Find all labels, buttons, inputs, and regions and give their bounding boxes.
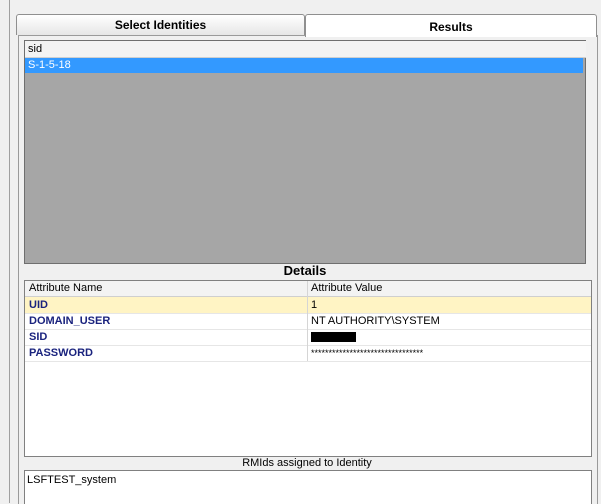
left-pane-edge [0,0,10,503]
rmids-list[interactable]: LSFTEST_system [24,470,592,504]
results-list[interactable]: sid S-1-5-18 [24,40,586,264]
list-item-selected[interactable]: S-1-5-18 [25,58,583,73]
table-row[interactable]: UID 1 [25,297,591,314]
tab-results[interactable]: Results [305,14,597,37]
details-title: Details [283,263,327,278]
rmids-title: RMIds assigned to Identity [242,457,372,469]
column-header-attribute-value[interactable]: Attribute Value [311,281,382,296]
grid-header: Attribute Name Attribute Value [25,281,591,297]
attribute-name: SID [29,331,48,343]
redaction-bar [311,332,356,342]
attribute-name: DOMAIN_USER [29,315,111,327]
table-row[interactable]: DOMAIN_USER NT AUTHORITY\SYSTEM [25,313,591,330]
table-row[interactable]: PASSWORD *******************************… [25,345,591,362]
list-header-sid[interactable]: sid [25,41,586,58]
attribute-value: 1 [311,299,318,311]
tab-select-identities[interactable]: Select Identities [16,14,305,35]
attribute-value: ******************************** [311,348,424,358]
list-item[interactable]: LSFTEST_system [27,473,116,487]
column-divider[interactable] [307,281,308,361]
details-grid[interactable]: Attribute Name Attribute Value UID 1 DOM… [24,280,592,457]
attribute-name: PASSWORD [29,347,93,359]
column-header-attribute-name[interactable]: Attribute Name [29,281,102,296]
table-row[interactable]: SID S-1-5-18 [25,329,591,346]
attribute-value: NT AUTHORITY\SYSTEM [311,315,440,327]
attribute-name: UID [29,299,48,311]
